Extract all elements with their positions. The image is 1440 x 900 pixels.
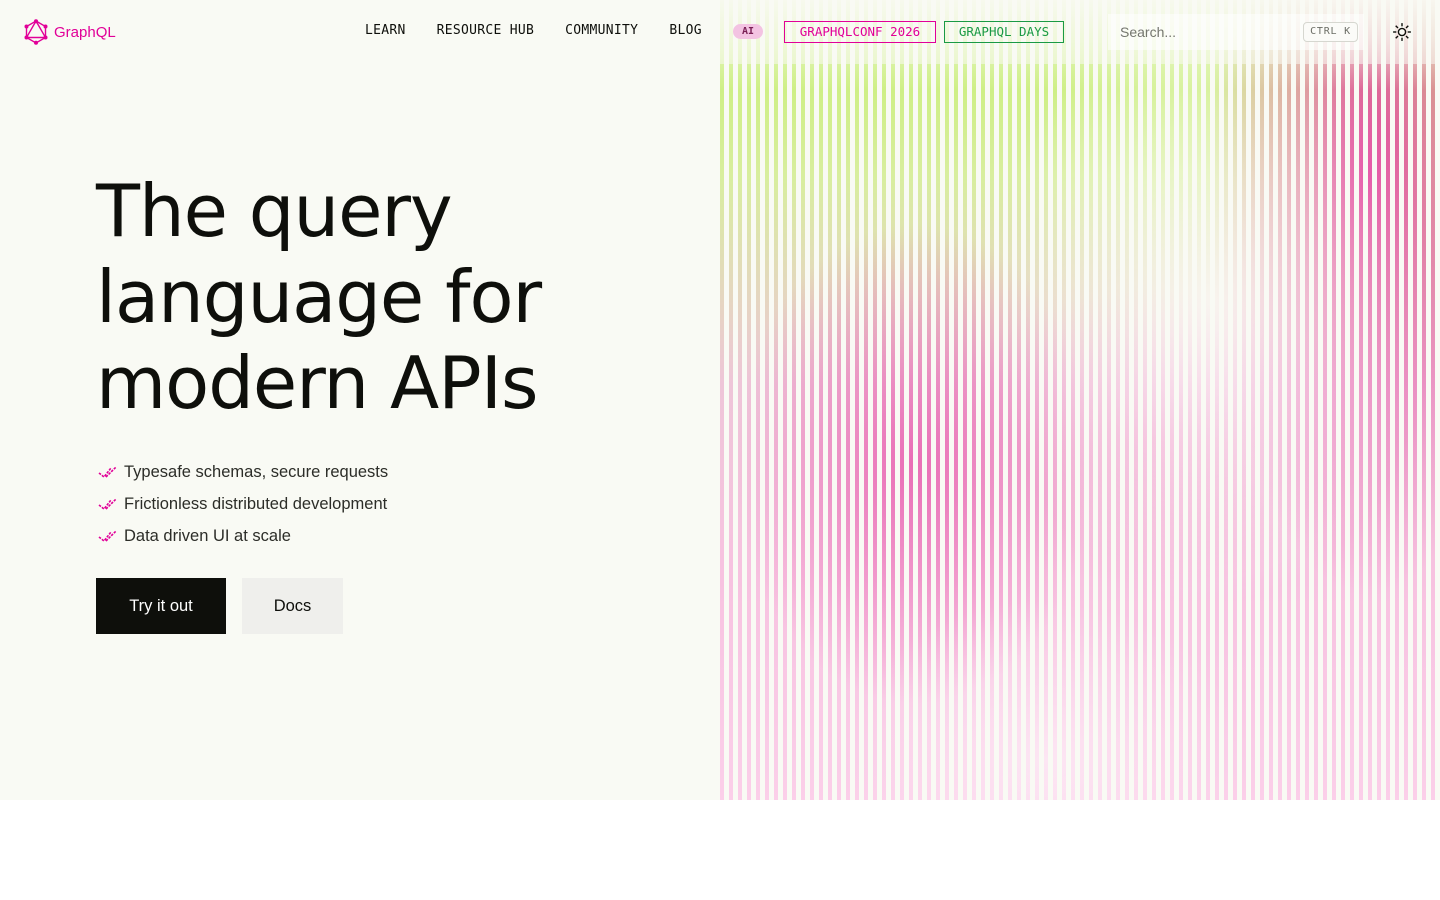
check-icon [98,530,117,543]
hero-headline: The query language for modern APIs [96,168,656,426]
search-shortcut-hint: CTRL K [1303,22,1358,42]
feature-item: Frictionless distributed development [98,488,388,520]
nav-blog[interactable]: BLOG [669,23,702,38]
headline-line: language for [96,255,542,339]
nav-resource-hub[interactable]: RESOURCE HUB [437,23,535,38]
hero-stripe-artwork [720,0,1440,800]
feature-text: Typesafe schemas, secure requests [124,462,389,481]
feature-item: Typesafe schemas, secure requests [98,456,388,488]
nav-community[interactable]: COMMUNITY [565,23,638,38]
feature-list: Typesafe schemas, secure requests Fricti… [98,456,388,552]
try-it-out-button[interactable]: Try it out [96,578,226,634]
docs-button[interactable]: Docs [242,578,343,634]
nav-ai-badge[interactable]: AI [733,24,763,39]
theme-toggle-button[interactable] [1392,22,1412,42]
hero-section: The query language for modern APIs Types… [0,0,1440,800]
nav-learn[interactable]: LEARN [365,23,406,38]
graphqlconf-button[interactable]: GRAPHQLCONF 2026 [784,21,936,43]
sun-icon [1393,23,1411,41]
graphql-logo-icon [24,19,48,45]
check-icon [98,466,117,479]
feature-text: Frictionless distributed development [124,494,388,513]
main-nav: LEARN RESOURCE HUB COMMUNITY BLOG [365,23,702,38]
check-icon [98,498,117,511]
graphql-logo-link[interactable]: GraphQL [24,19,116,45]
top-navbar: GraphQL LEARN RESOURCE HUB COMMUNITY BLO… [0,0,1440,64]
headline-line: The query [96,169,453,253]
brand-name: GraphQL [54,23,116,41]
feature-item: Data driven UI at scale [98,520,388,552]
search-input[interactable] [1108,24,1288,40]
graphql-days-button[interactable]: GRAPHQL DAYS [944,21,1064,43]
headline-line: modern APIs [96,341,538,425]
search-box[interactable]: CTRL K [1108,14,1364,50]
feature-text: Data driven UI at scale [124,526,291,545]
